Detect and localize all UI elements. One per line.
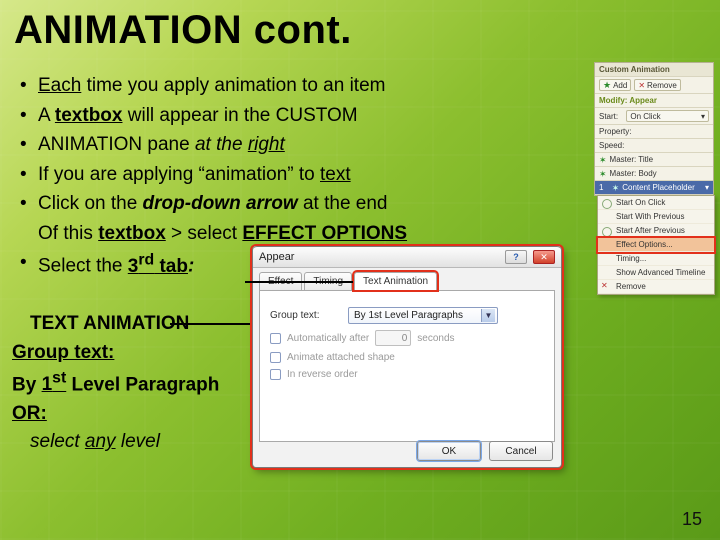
- x-icon: ✕: [638, 81, 645, 90]
- menu-show-advanced-timeline[interactable]: Show Advanced Timeline: [598, 266, 714, 280]
- bullet-item: •If you are applying “animation” to text: [20, 161, 540, 189]
- bullet-item: •Click on the drop-down arrow at the end: [20, 190, 540, 218]
- bullet-text: ANIMATION pane at the right: [38, 131, 540, 159]
- bullet-item: Of this textbox > select EFFECT OPTIONS: [20, 220, 540, 248]
- group-text-label: Group text:: [270, 310, 342, 321]
- arrow-line: [245, 281, 353, 283]
- bullet-text: Each time you apply animation to an item: [38, 75, 385, 96]
- auto-after-checkbox[interactable]: [270, 333, 281, 344]
- custom-animation-pane: Custom Animation ★Add ✕Remove Modify: Ap…: [594, 62, 714, 196]
- anim-item[interactable]: ✶Master: Title: [595, 153, 713, 167]
- menu-remove[interactable]: Remove: [598, 280, 714, 294]
- page-number: 15: [682, 509, 702, 530]
- auto-after-field: Automatically after 0 seconds: [270, 330, 544, 346]
- star-icon: ★: [603, 81, 611, 89]
- menu-timing[interactable]: Timing...: [598, 252, 714, 266]
- group-text-select[interactable]: By 1st Level Paragraphs ▼: [348, 307, 498, 324]
- auto-after-label: Automatically after: [287, 333, 369, 344]
- menu-start-with-previous[interactable]: Start With Previous: [598, 210, 714, 224]
- bullet-text: Click on the drop-down arrow at the end: [38, 190, 540, 218]
- menu-start-after-previous[interactable]: Start After Previous: [598, 224, 714, 238]
- cancel-button[interactable]: Cancel: [489, 441, 553, 461]
- appear-dialog: Appear ? ✕ Effect Timing Text Animation …: [252, 246, 562, 468]
- bullet-item: •ANIMATION pane at the right: [20, 131, 540, 159]
- help-button[interactable]: ?: [505, 250, 527, 264]
- dialog-title: Appear: [259, 251, 499, 263]
- bullet-text: If you are applying “animation” to text: [38, 161, 540, 189]
- group-text-label: Group text:: [12, 342, 114, 363]
- ok-button[interactable]: OK: [417, 441, 481, 461]
- tab-text-animation[interactable]: Text Animation: [354, 272, 437, 290]
- chevron-down-icon: ▾: [701, 112, 705, 121]
- animate-shape-label: Animate attached shape: [287, 352, 395, 363]
- context-menu: Start On Click Start With Previous Start…: [597, 195, 715, 295]
- bullet-item: •A textbox will appear in the CUSTOM: [20, 102, 540, 130]
- slide-title: ANIMATION cont.: [14, 8, 352, 53]
- arrow-line: [170, 323, 254, 325]
- chevron-down-icon: ▾: [705, 183, 709, 192]
- dialog-titlebar: Appear ? ✕: [253, 246, 561, 268]
- pane-toolbar: ★Add ✕Remove: [595, 77, 713, 94]
- or-label: OR:: [12, 403, 47, 424]
- group-text-field: Group text: By 1st Level Paragraphs ▼: [270, 307, 544, 324]
- dialog-actions: OK Cancel: [417, 441, 553, 461]
- dialog-tabs: Effect Timing Text Animation: [253, 268, 561, 290]
- modify-label: Modify: Appear: [595, 94, 713, 108]
- animate-shape-field: Animate attached shape: [270, 352, 544, 363]
- remove-effect-button[interactable]: ✕Remove: [634, 79, 681, 91]
- reverse-order-checkbox[interactable]: [270, 369, 281, 380]
- star-icon: ✶: [599, 156, 607, 164]
- tab-panel: Group text: By 1st Level Paragraphs ▼ Au…: [259, 290, 555, 442]
- bullet-text: Of this textbox > select EFFECT OPTIONS: [38, 220, 540, 248]
- close-button[interactable]: ✕: [533, 250, 555, 264]
- pane-header: Custom Animation: [595, 63, 713, 77]
- menu-effect-options[interactable]: Effect Options...: [598, 238, 714, 252]
- select-value: By 1st Level Paragraphs: [354, 310, 463, 321]
- sub-instructions: TEXT ANIMATION Group text: By 1st Level …: [12, 310, 219, 457]
- animate-shape-checkbox[interactable]: [270, 352, 281, 363]
- add-effect-button[interactable]: ★Add: [599, 79, 631, 91]
- reverse-order-label: In reverse order: [287, 369, 358, 380]
- reverse-order-field: In reverse order: [270, 369, 544, 380]
- speed-row: Speed:: [595, 139, 713, 153]
- bullet-text: A textbox will appear in the CUSTOM: [38, 102, 540, 130]
- start-row: Start: On Click▾: [595, 108, 713, 125]
- group-text-value: By 1st Level Paragraph: [12, 367, 219, 400]
- anim-item[interactable]: ✶Master: Body: [595, 167, 713, 181]
- auto-after-value[interactable]: 0: [375, 330, 411, 346]
- property-row: Property:: [595, 125, 713, 139]
- bullet-item: •Each time you apply animation to an ite…: [20, 72, 540, 100]
- menu-start-on-click[interactable]: Start On Click: [598, 196, 714, 210]
- anim-item-selected[interactable]: 1 ✶Content Placeholder▾: [595, 181, 713, 195]
- seconds-label: seconds: [417, 333, 454, 344]
- slide: { "title": "ANIMATION cont.", "bullets":…: [0, 0, 720, 540]
- star-icon: ✶: [599, 170, 607, 178]
- start-select[interactable]: On Click▾: [626, 110, 709, 122]
- chevron-down-icon: ▼: [481, 309, 495, 322]
- any-level-text: select any level: [30, 431, 160, 452]
- star-icon: ✶: [612, 184, 620, 192]
